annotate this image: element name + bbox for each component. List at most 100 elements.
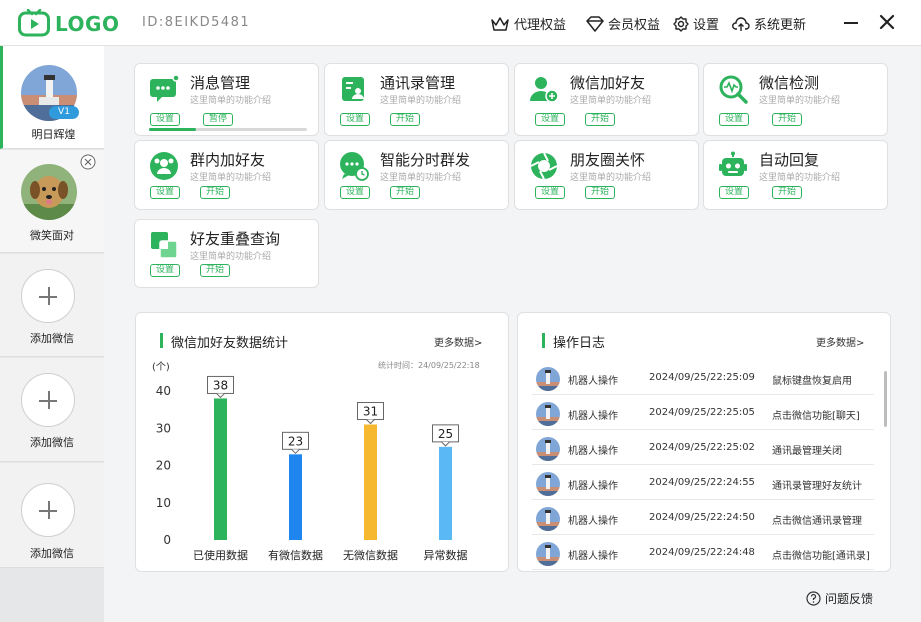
close-button[interactable]	[877, 12, 897, 32]
feature-card-friend-overlap-query[interactable]: 好友重叠查询 这里简单的功能介绍 设置 开始	[134, 219, 319, 288]
start-chip[interactable]: 开始	[200, 186, 231, 199]
agent-rights-label: 代理权益	[514, 18, 567, 33]
title-bar: LOGO ID:8EIKD5481 代理权益 会员权益 设置 系统更新	[0, 0, 921, 46]
settings-button[interactable]: 设置	[673, 14, 719, 33]
feature-card-moments-care[interactable]: 朋友圈关怀 这里简单的功能介绍 设置 开始	[514, 140, 699, 210]
add-icon	[21, 483, 75, 537]
feature-desc: 这里简单的功能介绍	[570, 96, 652, 106]
log-message: 通讯最管理关闭	[772, 446, 842, 457]
system-update-label: 系统更新	[754, 18, 807, 33]
start-chip[interactable]: 开始	[772, 186, 803, 199]
feature-card-group-add-friends[interactable]: 群内加好友 这里简单的功能介绍 设置 开始	[134, 140, 319, 210]
operation-log-panel: 操作日志 更多数据> 机器人操作 2024/09/25/22:25:09 鼠标键盘恢…	[517, 312, 891, 572]
add-wechat-slot[interactable]: 添加微信	[0, 463, 104, 568]
settings-chip[interactable]: 设置	[535, 113, 566, 126]
group-icon	[150, 152, 178, 180]
log-actor: 机器人操作	[568, 516, 618, 527]
log-row: 机器人操作 2024/09/25/22:24:50 点击微信通讯录管理	[532, 500, 874, 535]
log-actor: 机器人操作	[568, 411, 618, 422]
feature-title: 自动回复	[759, 151, 820, 169]
agent-rights-button[interactable]: 代理权益	[490, 14, 566, 33]
scheduled-message-icon	[340, 152, 369, 181]
start-chip[interactable]: 开始	[390, 186, 421, 199]
log-message: 鼠标键盘恢复启用	[772, 376, 852, 387]
settings-chip[interactable]: 设置	[150, 264, 181, 277]
magnifier-pulse-icon	[719, 75, 748, 104]
log-row: 机器人操作 2024/09/25/22:24:48 点击微信功能[通讯录]	[532, 535, 874, 570]
feature-title: 微信检测	[759, 74, 820, 92]
feedback-label: 问题反馈	[825, 592, 874, 606]
feature-card-wechat-detect[interactable]: 微信检测 这里简单的功能介绍 设置 开始	[703, 63, 888, 136]
bar	[289, 454, 302, 540]
progress-fill	[149, 128, 197, 131]
log-scrollbar[interactable]	[884, 371, 887, 427]
feature-card-auto-reply[interactable]: 自动回复 这里简单的功能介绍 设置 开始	[703, 140, 888, 210]
feature-card-scheduled-broadcast[interactable]: 智能分时群发 这里简单的功能介绍 设置 开始	[324, 140, 509, 210]
account-name: 明日辉煌	[31, 128, 76, 141]
diamond-icon	[586, 15, 604, 32]
add-wechat-label: 添加微信	[30, 547, 74, 560]
value-label: 23	[288, 434, 303, 448]
cloud-upload-icon	[732, 16, 750, 31]
value-label-pointer	[291, 448, 300, 455]
start-chip[interactable]: 开始	[772, 113, 803, 126]
add-wechat-slot[interactable]: 添加微信	[0, 358, 104, 462]
feature-card-contacts-management[interactable]: 通讯录管理 这里简单的功能介绍 设置 开始	[324, 63, 509, 136]
value-label-pointer	[441, 441, 450, 447]
panel-accent-bar	[542, 333, 545, 348]
start-chip[interactable]: 开始	[585, 113, 616, 126]
more-data-link[interactable]: 更多数据>	[816, 334, 864, 349]
log-message: 点击微信功能[通讯录]	[772, 551, 870, 562]
settings-chip[interactable]: 设置	[340, 113, 371, 126]
settings-chip[interactable]: 设置	[150, 113, 181, 126]
x-tick-label: 无微信数据	[343, 548, 398, 562]
member-rights-button[interactable]: 会员权益	[586, 14, 660, 33]
account-item-active[interactable]: V1 明日辉煌	[0, 46, 104, 149]
message-bubble-icon	[150, 74, 179, 102]
log-time: 2024/09/25/22:24:55	[649, 477, 755, 488]
feature-title: 朋友圈关怀	[570, 151, 646, 169]
log-time: 2024/09/25/22:24:48	[649, 547, 755, 558]
pause-chip[interactable]: 暂停	[203, 113, 234, 126]
settings-chip[interactable]: 设置	[535, 186, 566, 199]
system-update-button[interactable]: 系统更新	[732, 14, 806, 33]
feedback-button[interactable]: 问题反馈	[806, 590, 873, 607]
log-avatar	[536, 472, 560, 496]
log-actor: 机器人操作	[568, 446, 618, 457]
start-chip[interactable]: 开始	[200, 264, 231, 277]
feature-title: 通讯录管理	[380, 74, 456, 92]
remove-account-button[interactable]	[80, 154, 96, 170]
minimize-button[interactable]	[841, 12, 861, 32]
crown-icon	[491, 16, 509, 31]
aperture-icon	[530, 152, 558, 180]
feature-desc: 这里简单的功能介绍	[380, 96, 462, 106]
add-wechat-slot[interactable]: 添加微信	[0, 254, 104, 357]
logo-text: LOGO	[55, 12, 120, 36]
progress-bar	[149, 128, 307, 131]
settings-chip[interactable]: 设置	[719, 186, 750, 199]
log-avatar	[536, 402, 560, 426]
log-panel-title: 操作日志	[553, 336, 606, 351]
log-actor: 机器人操作	[568, 551, 618, 562]
feature-card-message-management[interactable]: 消息管理 这里简单的功能介绍 设置 暂停	[134, 63, 319, 136]
settings-chip[interactable]: 设置	[340, 186, 371, 199]
settings-chip[interactable]: 设置	[150, 186, 181, 199]
bar-chart: 0 10 20 30 40 38 已使用数据 23 有微信数据 31 无微信数据 25 异常数据	[156, 375, 468, 562]
log-actor: 机器人操作	[568, 376, 618, 387]
feature-title: 微信加好友	[570, 74, 646, 92]
stats-panel: 微信加好友数据统计 更多数据> (个) 统计时间：24/09/25/22:18 …	[135, 312, 509, 572]
tv-play-icon	[18, 9, 50, 37]
account-sidebar: V1 明日辉煌 微笑面对 添加微信 添加微信 添加微信	[0, 46, 104, 622]
log-time: 2024/09/25/22:24:50	[649, 512, 755, 523]
start-chip[interactable]: 开始	[390, 113, 421, 126]
feature-desc: 这里简单的功能介绍	[190, 252, 272, 262]
feature-card-add-friends[interactable]: 微信加好友 这里简单的功能介绍 设置 开始	[514, 63, 699, 136]
log-row: 机器人操作 2024/09/25/22:25:09 鼠标键盘恢复启用	[532, 360, 874, 395]
start-chip[interactable]: 开始	[585, 186, 616, 199]
help-circle-icon	[806, 591, 821, 606]
lighthouse-avatar	[536, 507, 560, 531]
value-label: 38	[213, 378, 228, 392]
feature-desc: 这里简单的功能介绍	[380, 173, 462, 183]
log-message: 点击微信功能[聊天]	[772, 411, 860, 422]
settings-chip[interactable]: 设置	[719, 113, 750, 126]
